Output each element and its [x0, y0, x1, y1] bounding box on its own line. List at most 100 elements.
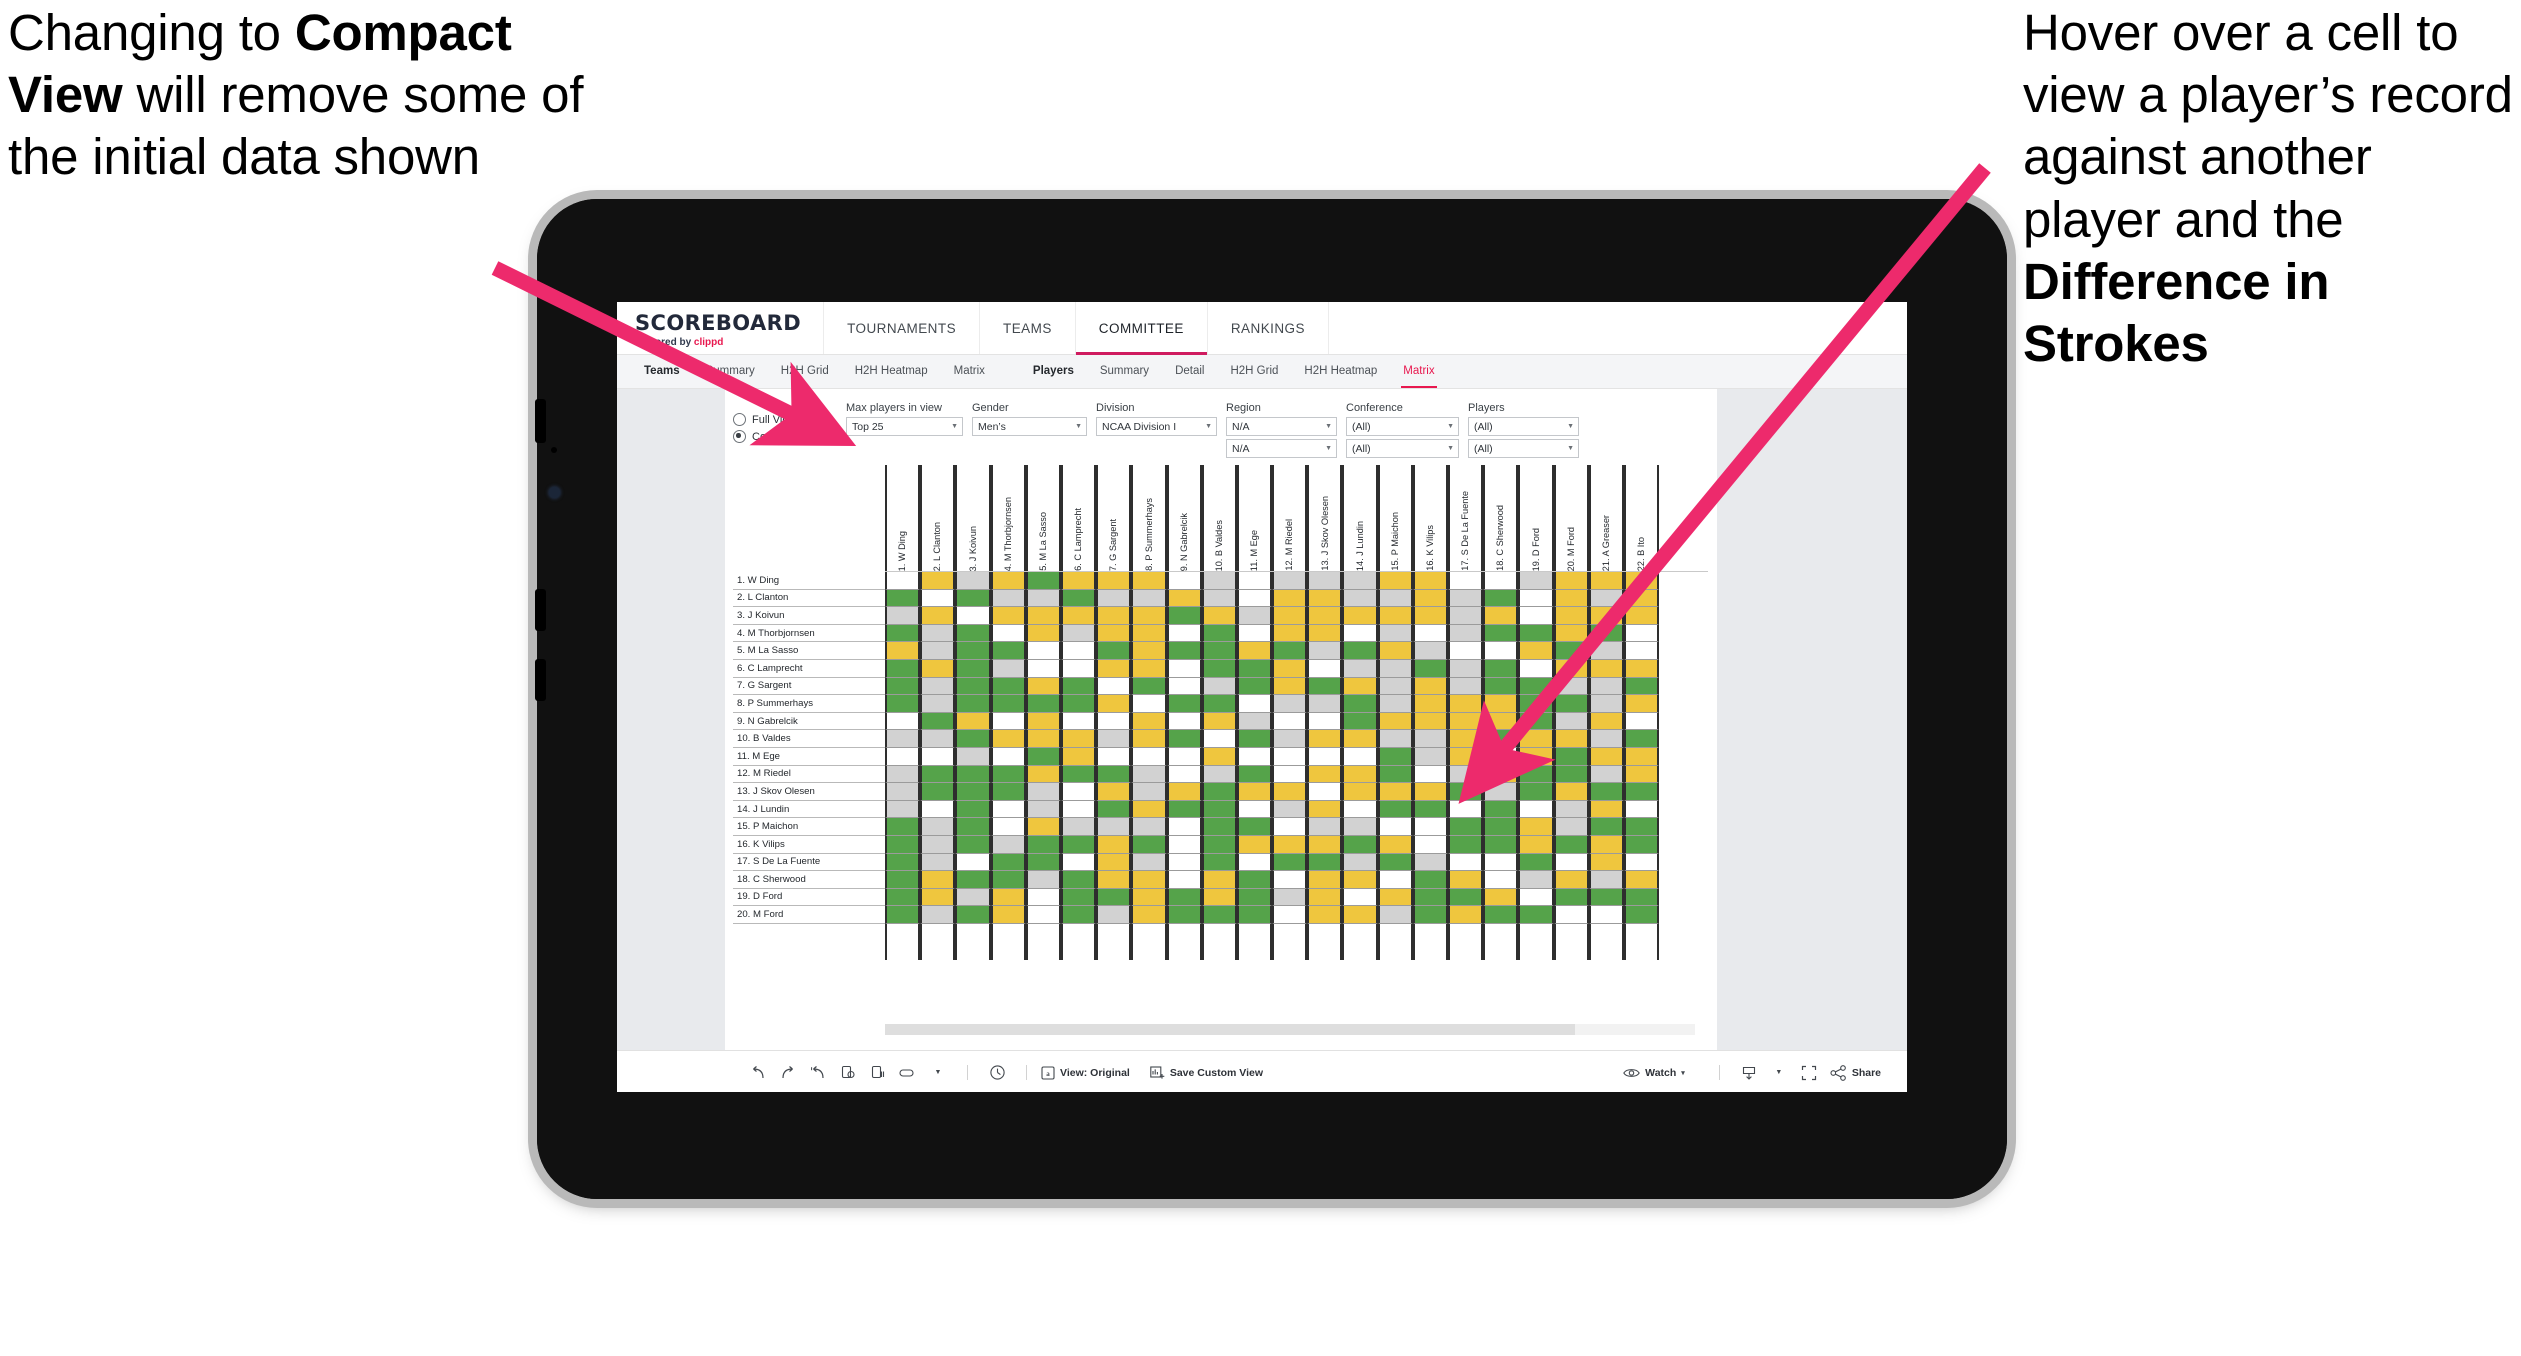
- matrix-cell[interactable]: [1096, 765, 1132, 784]
- matrix-cell[interactable]: [885, 589, 921, 608]
- matrix-cell[interactable]: [1377, 607, 1413, 625]
- matrix-cell[interactable]: [1272, 853, 1308, 872]
- topnav-rankings[interactable]: RANKINGS: [1208, 302, 1329, 354]
- topnav-tournaments[interactable]: TOURNAMENTS: [824, 302, 981, 354]
- matrix-cell[interactable]: [990, 853, 1026, 872]
- matrix-cell[interactable]: [1025, 607, 1061, 625]
- matrix-cell[interactable]: [1518, 712, 1554, 731]
- matrix-cell[interactable]: [1131, 888, 1167, 907]
- matrix-col-header[interactable]: 9. N Gabrelcik: [1166, 465, 1202, 571]
- select-division[interactable]: NCAA Division I ▼: [1096, 417, 1217, 436]
- matrix-cell[interactable]: [1342, 888, 1378, 907]
- subnav-players-h2h-grid[interactable]: H2H Grid: [1217, 355, 1291, 388]
- matrix-cell[interactable]: [990, 765, 1026, 784]
- matrix-cell[interactable]: [1518, 800, 1554, 819]
- matrix-cell[interactable]: [1096, 642, 1132, 660]
- matrix-cell[interactable]: [1448, 835, 1484, 854]
- matrix-cell[interactable]: [1166, 888, 1202, 907]
- matrix-cell[interactable]: [955, 677, 991, 696]
- matrix-cell[interactable]: [1377, 747, 1413, 766]
- undo-icon[interactable]: [743, 1065, 773, 1080]
- matrix-cell[interactable]: [955, 888, 991, 907]
- matrix-cell[interactable]: [1166, 712, 1202, 731]
- matrix-cell[interactable]: [1518, 589, 1554, 608]
- matrix-cell[interactable]: [1201, 607, 1237, 625]
- matrix-cell[interactable]: [1412, 677, 1448, 696]
- matrix-cell[interactable]: [1588, 906, 1624, 924]
- matrix-cell[interactable]: [1518, 677, 1554, 696]
- matrix-row-label[interactable]: 5. M La Sasso: [733, 642, 885, 660]
- matrix-cell[interactable]: [955, 589, 991, 608]
- matrix-cell[interactable]: [1131, 730, 1167, 748]
- matrix-cell[interactable]: [1623, 835, 1660, 854]
- matrix-cell[interactable]: [1342, 589, 1378, 608]
- matrix-cell[interactable]: [1623, 695, 1660, 713]
- matrix-cell[interactable]: [990, 695, 1026, 713]
- matrix-cell[interactable]: [1307, 765, 1343, 784]
- matrix-cell[interactable]: [1623, 888, 1660, 907]
- matrix-cell[interactable]: [1448, 800, 1484, 819]
- matrix-cell[interactable]: [1623, 906, 1660, 924]
- matrix-cell[interactable]: [1131, 853, 1167, 872]
- matrix-cell[interactable]: [1025, 730, 1061, 748]
- matrix-cell[interactable]: [990, 730, 1026, 748]
- matrix-col-header[interactable]: 11. M Ege: [1236, 465, 1273, 571]
- matrix-cell[interactable]: [1448, 659, 1484, 678]
- matrix-cell[interactable]: [1553, 747, 1589, 766]
- matrix-cell[interactable]: [1166, 642, 1202, 660]
- matrix-cell[interactable]: [1236, 800, 1273, 819]
- matrix-cell[interactable]: [1342, 695, 1378, 713]
- matrix-cell[interactable]: [920, 888, 956, 907]
- matrix-col-header[interactable]: 1. W Ding: [885, 465, 921, 571]
- matrix-cell[interactable]: [1307, 677, 1343, 696]
- matrix-row-label[interactable]: 4. M Thorbjornsen: [733, 624, 885, 643]
- matrix-cell[interactable]: [955, 871, 991, 889]
- matrix-cell[interactable]: [1553, 607, 1589, 625]
- matrix-cell[interactable]: [990, 624, 1026, 643]
- matrix-cell[interactable]: [990, 871, 1026, 889]
- matrix-cell[interactable]: [885, 835, 921, 854]
- matrix-cell[interactable]: [1025, 624, 1061, 643]
- matrix-cell[interactable]: [920, 765, 956, 784]
- subnav-teams-h2h-grid[interactable]: H2H Grid: [768, 355, 842, 388]
- matrix-cell[interactable]: [1272, 765, 1308, 784]
- matrix-cell[interactable]: [1272, 589, 1308, 608]
- matrix-cell[interactable]: [1483, 835, 1519, 854]
- matrix-row-label[interactable]: 8. P Summerhays: [733, 695, 885, 713]
- matrix-cell[interactable]: [920, 818, 956, 836]
- matrix-cell[interactable]: [1342, 572, 1378, 590]
- matrix-cell[interactable]: [885, 677, 921, 696]
- select-conference-1[interactable]: (All) ▼: [1346, 417, 1459, 436]
- radio-compact-view[interactable]: Compact View: [733, 428, 846, 445]
- matrix-cell[interactable]: [1623, 572, 1660, 590]
- matrix-cell[interactable]: [1553, 835, 1589, 854]
- matrix-cell[interactable]: [1131, 712, 1167, 731]
- matrix-cell[interactable]: [1448, 853, 1484, 872]
- select-players-2[interactable]: (All) ▼: [1468, 439, 1579, 458]
- redo-icon[interactable]: [773, 1065, 803, 1080]
- matrix-cell[interactable]: [920, 712, 956, 731]
- matrix-cell[interactable]: [1553, 871, 1589, 889]
- matrix-cell[interactable]: [1307, 695, 1343, 713]
- matrix-cell[interactable]: [1272, 659, 1308, 678]
- matrix-cell[interactable]: [1483, 818, 1519, 836]
- select-gender[interactable]: Men’s ▼: [972, 417, 1087, 436]
- matrix-cell[interactable]: [1272, 835, 1308, 854]
- matrix-cell[interactable]: [1623, 747, 1660, 766]
- matrix-cell[interactable]: [885, 800, 921, 819]
- matrix-cell[interactable]: [1272, 730, 1308, 748]
- matrix-cell[interactable]: [1201, 783, 1237, 801]
- matrix-cell[interactable]: [1236, 818, 1273, 836]
- matrix-cell[interactable]: [1448, 589, 1484, 608]
- matrix-cell[interactable]: [1166, 624, 1202, 643]
- matrix-cell[interactable]: [1166, 659, 1202, 678]
- matrix-cell[interactable]: [920, 589, 956, 608]
- matrix-cell[interactable]: [885, 747, 921, 766]
- matrix-cell[interactable]: [1342, 783, 1378, 801]
- matrix-cell[interactable]: [1483, 906, 1519, 924]
- matrix-cell[interactable]: [1201, 835, 1237, 854]
- matrix-cell[interactable]: [1342, 853, 1378, 872]
- matrix-row-label[interactable]: 7. G Sargent: [733, 677, 885, 696]
- matrix-cell[interactable]: [1131, 800, 1167, 819]
- matrix-cell[interactable]: [1166, 677, 1202, 696]
